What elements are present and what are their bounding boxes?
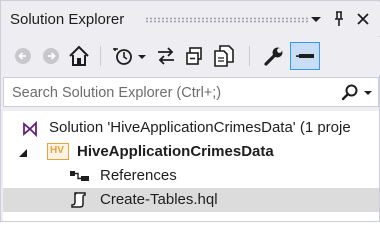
toolbar-separator bbox=[100, 46, 101, 66]
history-dropdown-icon[interactable] bbox=[136, 42, 148, 70]
solution-explorer-panel: Solution Explorer Search Solution Explor… bbox=[0, 0, 380, 222]
solution-label: Solution 'HiveApplicationCrimesData' (1 … bbox=[49, 119, 351, 136]
window-position-dropdown-icon[interactable] bbox=[307, 10, 325, 28]
tree-item-file[interactable]: Create-Tables.hql bbox=[3, 188, 379, 212]
references-label: References bbox=[100, 167, 177, 184]
references-icon bbox=[70, 171, 89, 181]
toolbar-separator bbox=[249, 46, 250, 66]
properties-icon[interactable] bbox=[260, 42, 286, 70]
drag-grip[interactable] bbox=[145, 17, 310, 23]
forward-icon[interactable] bbox=[40, 42, 62, 70]
pin-icon[interactable] bbox=[330, 10, 348, 28]
panel-title: Solution Explorer bbox=[10, 11, 125, 28]
tree-item-references[interactable]: References bbox=[3, 164, 379, 188]
sync-icon[interactable] bbox=[154, 42, 178, 70]
preview-selected-items-button[interactable] bbox=[290, 42, 320, 70]
search-box[interactable] bbox=[3, 77, 379, 107]
project-badge: HV bbox=[50, 145, 64, 156]
preview-icon bbox=[296, 54, 314, 58]
solution-tree: Solution 'HiveApplicationCrimesData' (1 … bbox=[3, 111, 379, 221]
script-file-icon bbox=[71, 192, 86, 208]
close-icon[interactable] bbox=[354, 10, 372, 28]
toolbar bbox=[2, 37, 380, 75]
project-icon: HV bbox=[47, 143, 69, 160]
collapse-all-icon[interactable] bbox=[183, 42, 207, 70]
file-label: Create-Tables.hql bbox=[100, 191, 218, 208]
back-icon[interactable] bbox=[12, 42, 34, 70]
solution-icon bbox=[23, 120, 37, 138]
search-input[interactable] bbox=[12, 83, 332, 103]
search-options-dropdown-icon[interactable] bbox=[362, 86, 374, 100]
home-icon[interactable] bbox=[66, 42, 92, 70]
history-icon[interactable] bbox=[110, 42, 136, 70]
tree-item-project[interactable]: HV HiveApplicationCrimesData bbox=[3, 140, 379, 164]
project-label: HiveApplicationCrimesData bbox=[77, 143, 274, 160]
tree-item-solution[interactable]: Solution 'HiveApplicationCrimesData' (1 … bbox=[3, 116, 379, 140]
show-all-files-icon[interactable] bbox=[211, 42, 237, 70]
search-icon[interactable] bbox=[340, 83, 360, 103]
title-bar[interactable]: Solution Explorer bbox=[2, 2, 380, 36]
expanded-arrow-icon[interactable] bbox=[17, 147, 29, 159]
